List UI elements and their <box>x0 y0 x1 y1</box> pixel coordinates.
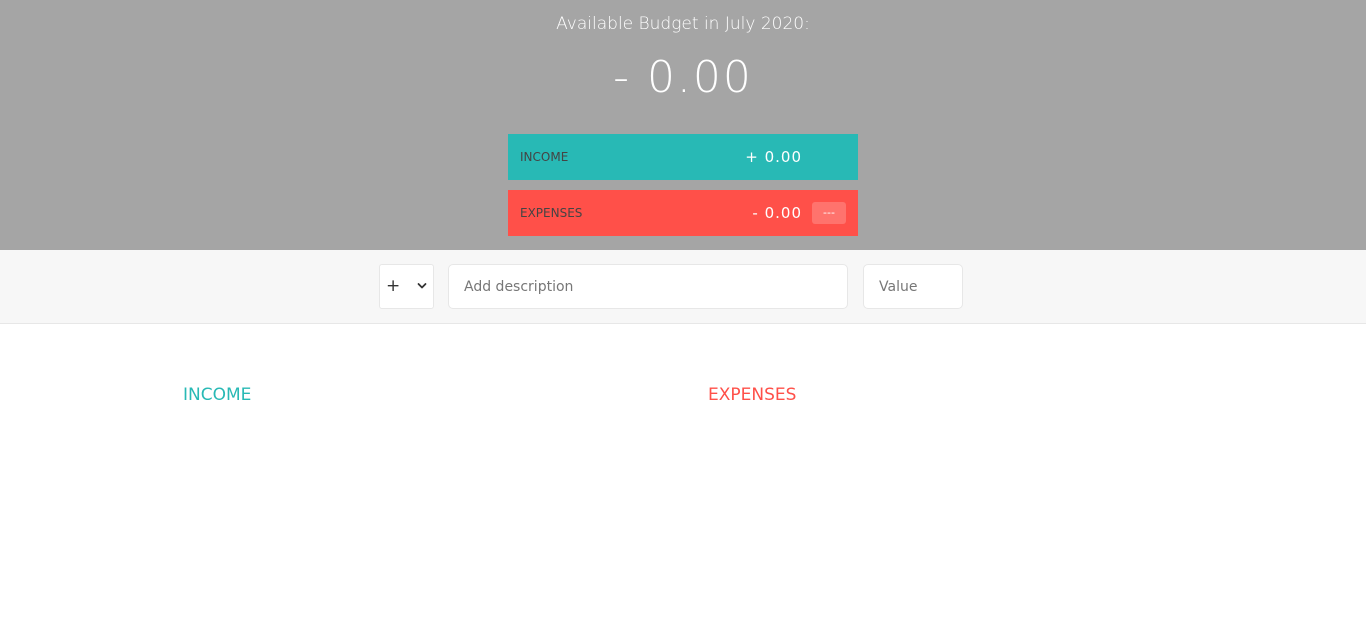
income-summary-value: + 0.00 <box>745 148 802 166</box>
expenses-summary: EXPENSES - 0.00 --- <box>508 190 858 236</box>
type-select[interactable]: + <box>379 264 434 309</box>
income-summary: INCOME + 0.00 <box>508 134 858 180</box>
add-bar: + <box>0 250 1366 324</box>
type-select-value: + <box>386 276 401 296</box>
description-input[interactable] <box>448 264 848 309</box>
expenses-list-title: EXPENSES <box>708 385 797 405</box>
budget-value: - 0.00 <box>613 52 753 103</box>
budget-header: Available Budget in July 2020: - 0.00 IN… <box>0 0 1366 250</box>
chevron-down-icon <box>417 283 427 289</box>
expenses-summary-value: - 0.00 <box>752 204 802 222</box>
budget-title: Available Budget in July 2020: <box>556 14 810 34</box>
value-input[interactable] <box>863 264 963 309</box>
expenses-summary-label: EXPENSES <box>520 206 583 220</box>
income-summary-label: INCOME <box>520 150 569 164</box>
expenses-percentage-badge: --- <box>812 202 846 224</box>
income-list-title: INCOME <box>183 385 252 405</box>
